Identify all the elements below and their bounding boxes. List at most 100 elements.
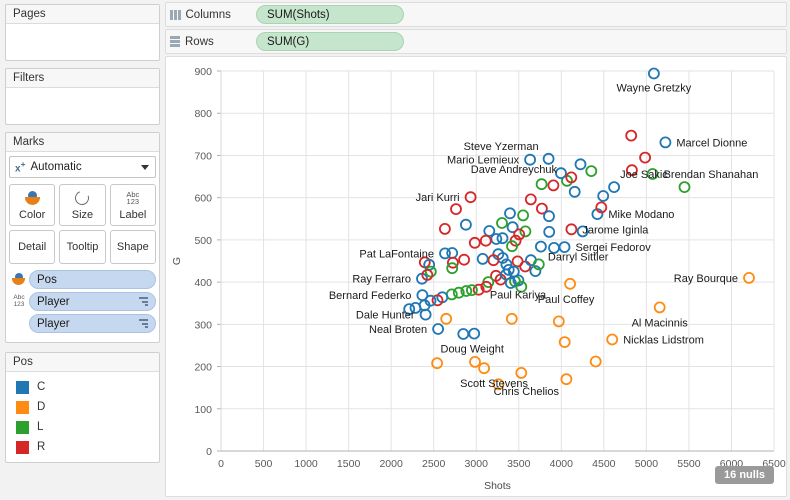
left-sidebar: Pages Filters Marks x+ Automatic Color S… [0,0,165,500]
legend-swatch-R [16,440,29,454]
scatter-point[interactable] [515,366,528,379]
label-button[interactable]: Abc 123 Label [109,184,156,226]
pill-sum-shots-label: SUM(Shots) [267,8,330,21]
tooltip-button[interactable]: Tooltip [59,230,106,264]
legend-label: C [37,381,46,393]
scatter-plot[interactable]: 0 500 1000 1500 2000 2500 3000 3500 4000 4500 5000… [166,57,786,497]
scatter-point[interactable] [479,234,492,247]
scatter-point[interactable] [440,312,453,325]
scatter-point[interactable] [565,223,578,236]
scatter-point[interactable] [445,288,458,301]
scatter-point[interactable] [459,218,472,231]
scatter-point[interactable] [543,225,556,238]
legend-item-C[interactable]: C [12,377,153,397]
pill-player-1-label: Player [37,295,70,308]
scatter-point[interactable] [535,178,548,191]
pill-sum-g[interactable]: SUM(G) [256,32,404,51]
scatter-point[interactable] [438,222,451,235]
scatter-point[interactable] [574,158,587,171]
point-label: Chris Chelios [494,386,560,398]
sort-icon[interactable] [139,319,148,328]
scatter-point[interactable] [589,355,602,368]
scatter-point[interactable] [432,323,445,335]
x-axis-tick: 1000 [294,458,318,470]
pages-card-title: Pages [6,5,159,24]
scatter-point[interactable] [560,373,573,386]
detail-button[interactable]: Detail [9,230,56,264]
scatter-point[interactable] [496,217,508,229]
scatter-point[interactable] [547,179,560,192]
pill-player-2[interactable]: Player [29,314,156,333]
scatter-point[interactable] [476,252,489,265]
rows-shelf-name: Rows [170,36,256,48]
scatter-point[interactable] [552,315,565,328]
chart-view[interactable]: 0 500 1000 1500 2000 2500 3000 3500 4000 4500 5000… [165,56,787,497]
scatter-point[interactable] [504,207,516,220]
scatter-point[interactable] [639,151,652,164]
scatter-point[interactable] [505,312,518,325]
color-icon [9,273,29,286]
point-label: Jarome Iginla [582,224,649,236]
tooltip-button-label: Tooltip [66,241,99,253]
shape-button[interactable]: Shape [109,230,156,264]
size-button[interactable]: Size [59,184,106,226]
detail-button-label: Detail [18,241,47,253]
scatter-point[interactable] [659,136,672,149]
pages-card: Pages [5,4,160,61]
scatter-point[interactable] [585,165,598,177]
scatter-point[interactable] [597,190,610,202]
scatter-point[interactable] [496,232,509,245]
marks-card: Marks x+ Automatic Color Size Abc 123 La… [5,132,160,343]
nulls-badge[interactable]: 16 nulls [715,466,774,484]
point-label: Darryl Sittler [548,252,609,264]
scatter-point[interactable] [458,253,471,266]
scatter-point[interactable] [457,328,470,340]
scatter-point[interactable] [468,236,481,249]
columns-icon [170,9,181,20]
scatter-point[interactable] [625,129,638,142]
mark-type-dropdown[interactable]: x+ Automatic [9,156,156,178]
scatter-point[interactable] [469,355,481,368]
point-label: Wayne Gretzky [617,83,692,95]
point-label: Brendan Shanahan [664,169,759,181]
sort-icon[interactable] [139,297,148,306]
pages-drop-zone[interactable] [6,24,159,34]
color-icon [24,190,41,207]
scatter-point[interactable] [517,209,530,222]
x-axis-tick: 3500 [507,458,531,470]
legend-item-D[interactable]: D [12,397,153,417]
scatter-point[interactable] [743,271,755,284]
columns-shelf[interactable]: Columns SUM(Shots) [165,2,787,27]
scatter-point[interactable] [653,301,666,314]
legend-item-R[interactable]: R [12,437,153,457]
pill-sum-shots[interactable]: SUM(Shots) [256,5,404,24]
legend-item-L[interactable]: L [12,417,153,437]
pill-pos[interactable]: Pos [29,270,156,289]
scatter-point[interactable] [647,67,660,80]
scatter-point[interactable] [606,333,619,346]
scatter-point[interactable] [468,327,481,340]
x-axis-tick: 5000 [635,458,659,470]
point-label: Al Macinnis [632,317,689,329]
scatter-point[interactable] [543,210,555,223]
scatter-point[interactable] [519,225,532,238]
scatter-point[interactable] [524,193,537,206]
rows-shelf[interactable]: Rows SUM(G) [165,29,787,54]
scatter-point[interactable] [534,240,547,253]
filters-drop-zone[interactable] [6,88,159,98]
x-axis-tick: 2500 [422,458,446,470]
point-label: Doug Weight [441,344,504,356]
scatter-point[interactable] [478,362,491,375]
point-label: Pat LaFontaine [359,248,434,260]
scatter-point[interactable] [450,203,462,216]
scatter-point[interactable] [446,247,459,259]
scatter-point[interactable] [519,260,532,273]
point-label: Paul Coffey [538,294,595,306]
color-button[interactable]: Color [9,184,56,226]
pill-player-1[interactable]: Player [29,292,156,311]
scatter-point[interactable] [568,185,581,198]
scatter-point[interactable] [608,181,621,194]
scatter-point[interactable] [564,277,577,290]
x-axis-tick: 3000 [465,458,489,470]
scatter-point[interactable] [678,181,691,194]
